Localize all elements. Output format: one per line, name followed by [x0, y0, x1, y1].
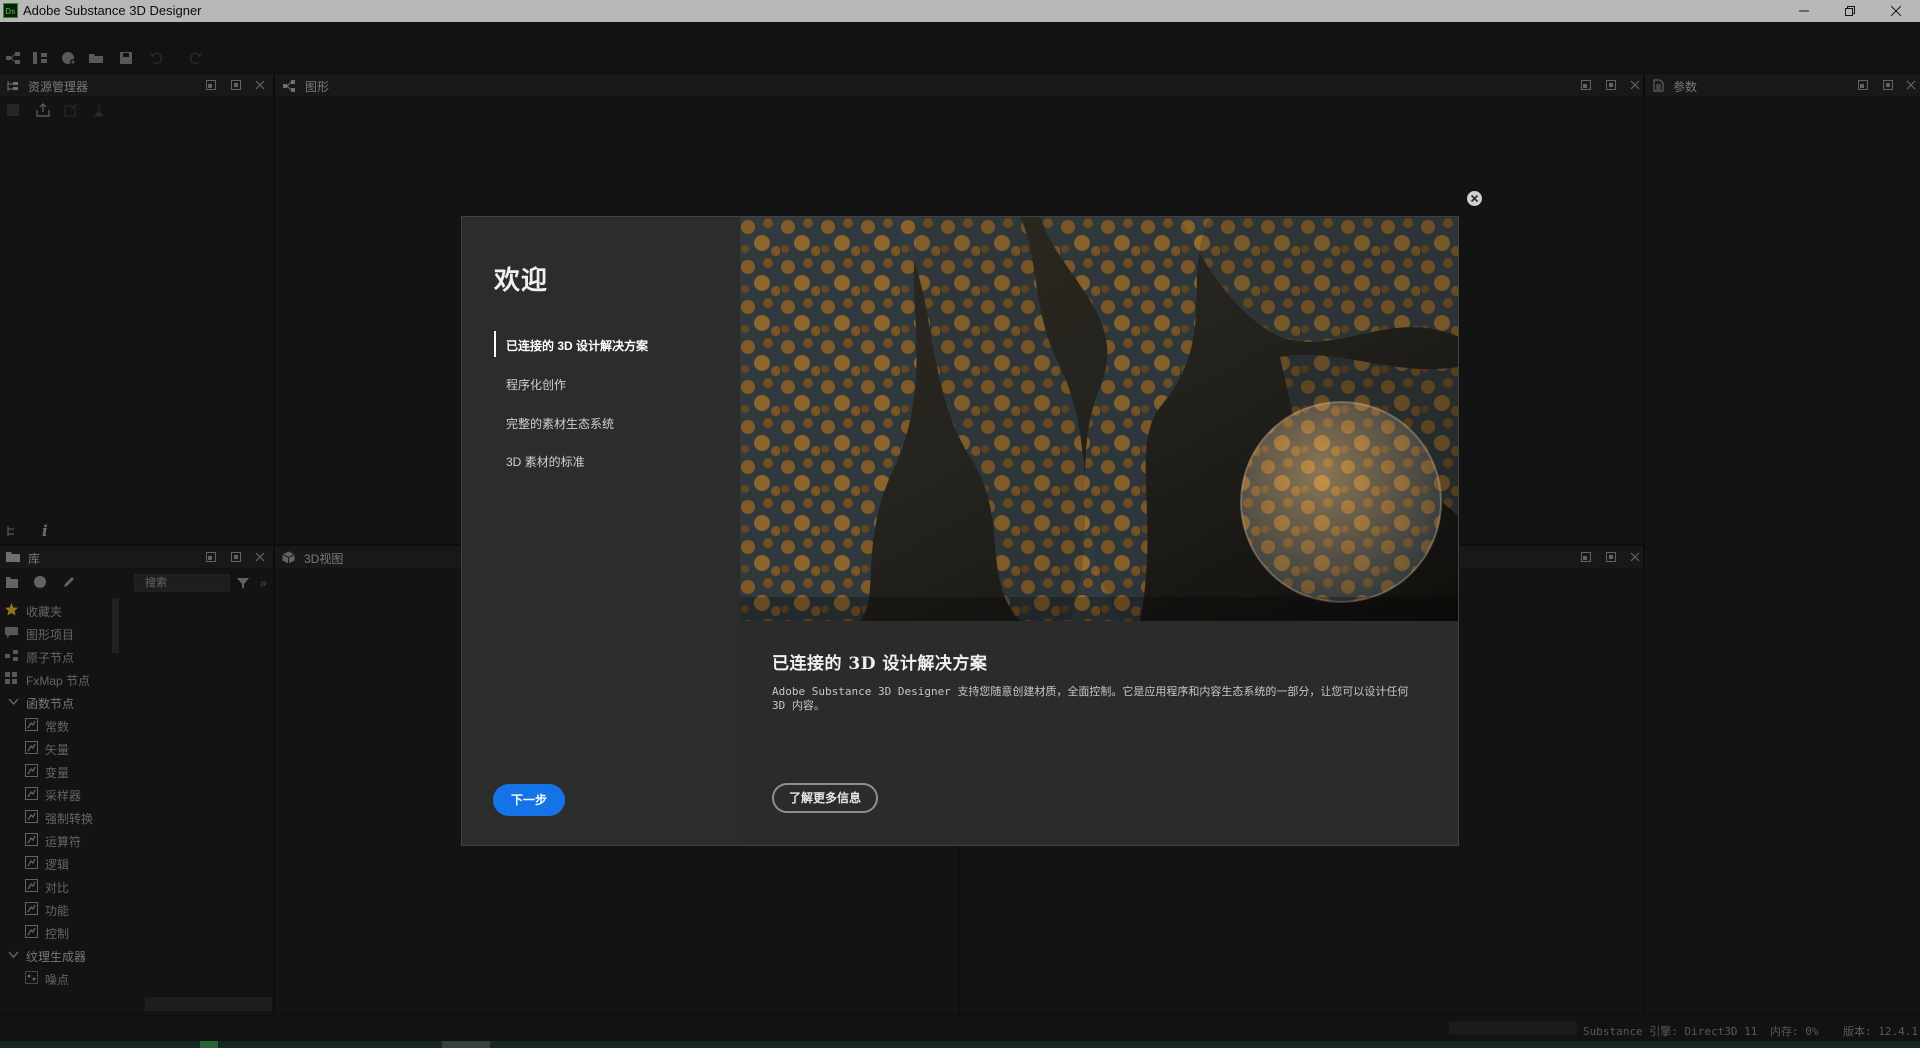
- learn-more-button[interactable]: 了解更多信息: [772, 783, 878, 813]
- welcome-sidebar: 欢迎 已连接的 3D 设计解决方案 程序化创作 完整的素材生态系统 3D 素材的…: [462, 217, 741, 845]
- welcome-title: 欢迎: [494, 266, 549, 296]
- nav-ecosystem[interactable]: 完整的素材生态系统: [494, 407, 724, 437]
- dialog-close-icon[interactable]: [1466, 190, 1483, 207]
- content-body: Adobe Substance 3D Designer 支持您随意创建材质，全面…: [772, 685, 1409, 712]
- hero-image: [740, 217, 1458, 621]
- nav-3d-standard[interactable]: 3D 素材的标准: [494, 445, 724, 475]
- next-button[interactable]: 下一步: [493, 784, 565, 816]
- nav-connected-3d[interactable]: 已连接的 3D 设计解决方案: [494, 329, 724, 359]
- content-heading: 已连接的 3D 设计解决方案: [772, 654, 988, 674]
- welcome-dialog: 欢迎 已连接的 3D 设计解决方案 程序化创作 完整的素材生态系统 3D 素材的…: [461, 216, 1459, 846]
- nav-procedural[interactable]: 程序化创作: [494, 368, 724, 398]
